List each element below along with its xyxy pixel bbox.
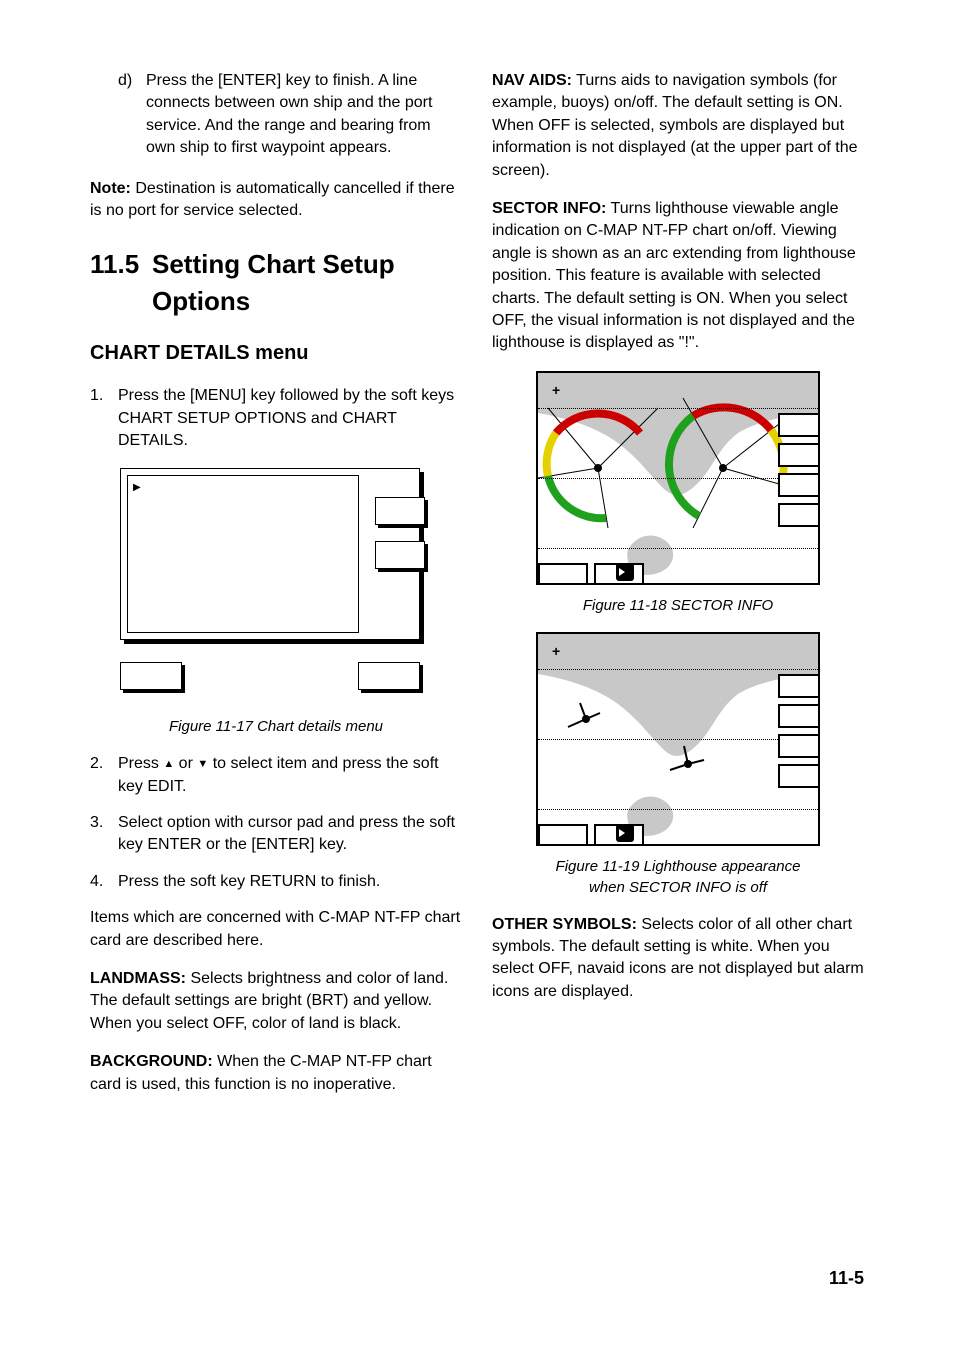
figure-11-19-caption-line1: Figure 11-19 Lighthouse appearance	[556, 858, 801, 875]
own-ship-icon	[616, 824, 634, 842]
sector-info-paragraph: SECTOR INFO: Turns lighthouse viewable a…	[492, 198, 864, 355]
down-arrow-icon: ▼	[197, 759, 208, 770]
softkey-bottom-left	[538, 563, 588, 585]
softkey-right-4	[778, 764, 820, 788]
step-2: 2. Press ▲ or ▼ to select item and press…	[90, 753, 462, 798]
other-symbols-paragraph: OTHER SYMBOLS: Selects color of all othe…	[492, 914, 864, 1004]
plus-reticle-icon: +	[552, 381, 560, 401]
page: d) Press the [ENTER] key to finish. A li…	[0, 0, 954, 1351]
step-2-text: Press ▲ or ▼ to select item and press th…	[118, 753, 462, 798]
step-4-text: Press the soft key RETURN to finish.	[118, 871, 462, 893]
step-3-text: Select option with cursor pad and press …	[118, 812, 462, 857]
step-d-marker: d)	[118, 70, 146, 160]
background-paragraph: BACKGROUND: When the C-MAP NT-FP chart c…	[90, 1051, 462, 1096]
softkey-right-1	[375, 497, 425, 525]
chart-details-menu-mock: ▶	[120, 468, 420, 704]
background-label: BACKGROUND:	[90, 1053, 213, 1070]
step-2-mid: or	[174, 755, 197, 772]
softkey-bottom-left	[120, 662, 182, 690]
step-d: d) Press the [ENTER] key to finish. A li…	[90, 70, 462, 160]
softkey-right-4	[778, 503, 820, 527]
figure-11-17-caption: Figure 11-17 Chart details menu	[90, 716, 462, 737]
right-column: NAV AIDS: Turns aids to navigation symbo…	[492, 70, 864, 1112]
grid-line	[538, 669, 818, 670]
sector-info-text: Turns lighthouse viewable angle indicati…	[492, 200, 856, 351]
step-3-marker: 3.	[90, 812, 118, 857]
nav-aids-paragraph: NAV AIDS: Turns aids to navigation symbo…	[492, 70, 864, 182]
softkey-right-2	[778, 704, 820, 728]
menu-screen: ▶	[120, 468, 420, 640]
landmass-paragraph: LANDMASS: Selects brightness and color o…	[90, 968, 462, 1035]
page-number: 11-5	[829, 1266, 864, 1291]
figure-11-19: +	[492, 632, 864, 846]
own-ship-icon	[616, 563, 634, 581]
grid-line	[538, 739, 818, 740]
grid-line	[538, 548, 818, 549]
landmass-label: LANDMASS:	[90, 970, 186, 987]
sector-info-off-chart: +	[536, 632, 820, 846]
items-intro: Items which are concerned with C-MAP NT-…	[90, 907, 462, 952]
up-arrow-icon: ▲	[163, 759, 174, 770]
figure-11-19-caption-line2: when SECTOR INFO is off	[589, 879, 767, 896]
note-text: Destination is automatically cancelled i…	[90, 180, 455, 219]
softkey-right-2	[375, 541, 425, 569]
menu-bottom-row	[120, 654, 420, 704]
grid-line	[538, 478, 818, 479]
sector-info-on-chart: +	[536, 371, 820, 585]
figure-11-18-caption: Figure 11-18 SECTOR INFO	[492, 595, 864, 616]
softkey-bottom-left	[538, 824, 588, 846]
softkey-right-1	[778, 674, 820, 698]
grid-line	[538, 408, 818, 409]
other-symbols-label: OTHER SYMBOLS:	[492, 916, 637, 933]
left-column: d) Press the [ENTER] key to finish. A li…	[90, 70, 462, 1112]
step-3: 3. Select option with cursor pad and pre…	[90, 812, 462, 857]
step-2-pre: Press	[118, 755, 163, 772]
figure-11-19-caption: Figure 11-19 Lighthouse appearance when …	[492, 856, 864, 898]
grid-line	[538, 809, 818, 810]
step-1-text: Press the [MENU] key followed by the sof…	[118, 385, 462, 452]
section-title: Setting Chart Setup Options	[152, 246, 462, 319]
nav-aids-label: NAV AIDS:	[492, 72, 572, 89]
softkey-right-3	[778, 473, 820, 497]
softkey-right-3	[778, 734, 820, 758]
section-number: 11.5	[90, 246, 152, 319]
two-column-layout: d) Press the [ENTER] key to finish. A li…	[90, 70, 864, 1112]
figure-11-17: ▶	[90, 468, 462, 704]
step-1-marker: 1.	[90, 385, 118, 452]
ordered-steps-continued: 2. Press ▲ or ▼ to select item and press…	[90, 753, 462, 893]
ordered-steps: 1. Press the [MENU] key followed by the …	[90, 385, 462, 452]
softkey-right-1	[778, 413, 820, 437]
step-4-marker: 4.	[90, 871, 118, 893]
sector-info-label: SECTOR INFO:	[492, 200, 606, 217]
step-2-marker: 2.	[90, 753, 118, 798]
note-label: Note:	[90, 180, 131, 197]
figure-11-18: +	[492, 371, 864, 585]
plus-reticle-icon: +	[552, 642, 560, 662]
subsection-heading: CHART DETAILS menu	[90, 339, 462, 367]
menu-inner-box	[127, 475, 359, 633]
section-heading: 11.5 Setting Chart Setup Options	[90, 246, 462, 319]
step-4: 4. Press the soft key RETURN to finish.	[90, 871, 462, 893]
softkey-bottom-right	[358, 662, 420, 690]
cursor-icon: ▶	[133, 481, 141, 495]
step-1: 1. Press the [MENU] key followed by the …	[90, 385, 462, 452]
step-d-text: Press the [ENTER] key to finish. A line …	[146, 70, 462, 160]
note-paragraph: Note: Destination is automatically cance…	[90, 178, 462, 223]
softkey-right-2	[778, 443, 820, 467]
